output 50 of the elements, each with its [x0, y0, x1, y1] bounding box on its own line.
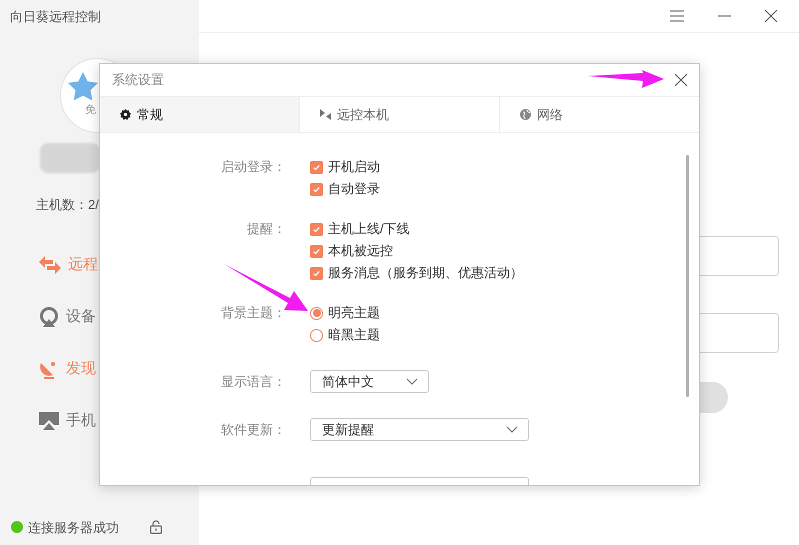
checkbox[interactable]: [310, 244, 323, 258]
option-label: 服务消息（服务到期、优惠活动）: [328, 264, 523, 282]
lock-icon[interactable]: [150, 520, 162, 534]
blurred-name: [40, 142, 100, 172]
setting-label: 启动登录：: [221, 158, 286, 176]
option-label: 暗黑主题: [328, 326, 380, 344]
dialog-title: 系统设置: [112, 71, 164, 90]
tab[interactable]: 常规: [100, 97, 299, 132]
setting-label: 背景主题：: [221, 304, 286, 322]
option-label: 本机被远控: [328, 242, 393, 260]
setting-label: 软件更新：: [221, 421, 286, 439]
checkbox[interactable]: [310, 182, 323, 196]
menu-icon[interactable]: [670, 10, 684, 22]
status-text: 连接服务器成功: [28, 518, 119, 536]
swap-arrows-icon: [39, 256, 61, 274]
option-label: 主机上线/下线: [328, 220, 410, 238]
nav-item[interactable]: 设备: [39, 304, 96, 330]
tab[interactable]: 网络: [499, 97, 699, 132]
setting-label: 提醒：: [247, 220, 286, 238]
checkmark-icon: [313, 186, 320, 192]
avatar-label: 免: [85, 102, 96, 118]
globe-icon: [520, 109, 531, 120]
minimize-icon[interactable]: [718, 15, 731, 17]
checkbox[interactable]: [310, 222, 323, 236]
checkmark-icon: [313, 270, 320, 276]
nav-item[interactable]: 手机: [39, 408, 96, 434]
close-icon[interactable]: [765, 10, 777, 22]
checkmark-icon: [313, 226, 320, 232]
option-label: 开机启动: [328, 158, 380, 176]
setting-label: 显示语言：: [221, 373, 286, 391]
option-label: 自动登录: [328, 180, 380, 198]
star-icon: [68, 72, 98, 100]
radio-button[interactable]: [310, 328, 323, 342]
dropdown[interactable]: 更新提醒: [310, 418, 529, 441]
checkmark-icon: [313, 164, 320, 170]
gear-icon: [120, 109, 131, 120]
device-icon: [39, 307, 59, 327]
radio-button[interactable]: [310, 306, 323, 320]
chevron-down-icon: [506, 426, 518, 433]
checkmark-icon: [313, 248, 320, 254]
app-title: 向日葵远程控制: [10, 8, 101, 26]
screen-cast-icon: [39, 412, 59, 430]
option-label: 明亮主题: [328, 304, 380, 322]
checkbox[interactable]: [310, 160, 323, 174]
dropdown[interactable]: 简体中文: [310, 370, 429, 393]
chevron-down-icon: [406, 378, 418, 385]
close-icon[interactable]: [675, 74, 687, 86]
checkbox[interactable]: [310, 266, 323, 280]
host-count: 主机数：2/: [36, 196, 99, 214]
play-arrows-icon: [320, 109, 331, 120]
